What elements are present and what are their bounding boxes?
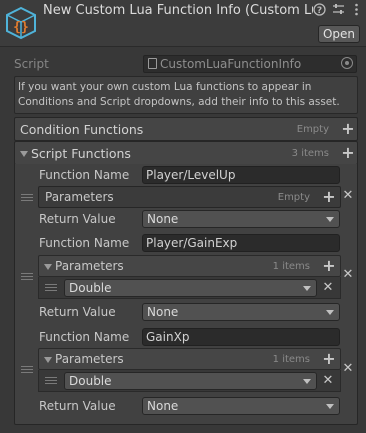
function-name-field[interactable]: GainXp [142, 328, 340, 346]
remove-parameter-icon[interactable]: ✕ [322, 281, 334, 294]
function-name-field[interactable]: Player/LevelUp [142, 166, 340, 184]
return-value-selected: None [147, 399, 179, 413]
return-value-dropdown[interactable]: None [142, 210, 340, 228]
condition-functions-label: Condition Functions [20, 122, 144, 137]
script-value: CustomLuaFunctionInfo [160, 57, 302, 71]
help-icon[interactable]: ? [313, 3, 326, 16]
drag-handle-icon[interactable] [45, 284, 57, 291]
foldout-arrow-icon[interactable] [20, 151, 28, 157]
function-name-label: Function Name [39, 330, 130, 344]
inspector-header: {} New Custom Lua Function Info (Custom … [0, 0, 366, 47]
parameters-foldout[interactable]: Parameters 1 items [38, 348, 341, 370]
parameters-label: Parameters [55, 352, 124, 366]
chevron-down-icon [303, 286, 311, 291]
function-name-label: Function Name [39, 168, 130, 182]
add-parameter-icon[interactable]: + [322, 189, 336, 205]
return-value-dropdown[interactable]: None [142, 397, 340, 415]
asset-title: New Custom Lua Function Info (Custom Lu [43, 3, 313, 18]
add-condition-function-icon[interactable]: + [341, 121, 355, 137]
foldout-arrow-icon[interactable] [44, 264, 52, 270]
parameters-count: Empty [277, 192, 310, 203]
condition-functions-count: Empty [296, 124, 329, 135]
parameters-foldout[interactable]: Parameters Empty [38, 186, 341, 208]
parameters-count: 1 items [272, 354, 310, 365]
svg-text:?: ? [317, 6, 322, 16]
return-value-label: Return Value [39, 399, 116, 413]
open-button[interactable]: Open [318, 25, 360, 43]
parameters-count: 1 items [272, 261, 310, 272]
add-parameter-icon[interactable]: + [322, 258, 336, 274]
script-functions-label: Script Functions [31, 146, 131, 161]
return-value-dropdown[interactable]: None [142, 303, 340, 321]
parameters-label: Parameters [55, 259, 124, 273]
drag-handle-icon[interactable] [21, 366, 33, 373]
foldout-arrow-icon[interactable] [44, 357, 52, 363]
chevron-down-icon [326, 217, 334, 222]
function-name-field[interactable]: Player/GainExp [142, 234, 340, 252]
add-script-function-icon[interactable]: + [341, 145, 355, 161]
parameter-type-selected: Double [69, 281, 112, 295]
drag-handle-icon[interactable] [45, 377, 57, 384]
svg-text:{}: {} [13, 20, 29, 35]
chevron-down-icon [326, 404, 334, 409]
remove-item-icon[interactable]: ✕ [342, 268, 354, 281]
remove-parameter-icon[interactable]: ✕ [322, 374, 334, 387]
sliders-icon[interactable] [332, 3, 345, 16]
script-label: Script [14, 57, 49, 71]
parameter-type-dropdown[interactable]: Double [64, 372, 317, 390]
parameters-label: Parameters [45, 190, 114, 204]
drag-handle-icon[interactable] [21, 194, 33, 201]
parameter-type-dropdown[interactable]: Double [64, 279, 317, 297]
add-parameter-icon[interactable]: + [322, 351, 336, 367]
script-functions-count: 3 items [291, 148, 329, 159]
drag-handle-icon[interactable] [21, 273, 33, 280]
function-name-label: Function Name [39, 236, 130, 250]
remove-item-icon[interactable]: ✕ [342, 189, 354, 202]
object-picker-icon[interactable] [341, 57, 353, 69]
condition-functions-header[interactable]: Condition Functions Empty [14, 117, 358, 141]
parameters-foldout[interactable]: Parameters 1 items [38, 255, 341, 277]
kebab-menu-icon[interactable] [350, 3, 363, 16]
return-value-selected: None [147, 212, 179, 226]
help-box: If you want your own custom Lua function… [14, 76, 358, 114]
return-value-selected: None [147, 305, 179, 319]
return-value-label: Return Value [39, 305, 116, 319]
script-object-field[interactable]: CustomLuaFunctionInfo [143, 55, 357, 73]
parameter-type-selected: Double [69, 374, 112, 388]
return-value-label: Return Value [39, 212, 116, 226]
chevron-down-icon [326, 310, 334, 315]
remove-item-icon[interactable]: ✕ [342, 362, 354, 375]
lua-script-cube-icon: {} [6, 6, 36, 40]
script-file-icon [148, 58, 157, 69]
chevron-down-icon [303, 379, 311, 384]
script-functions-header[interactable]: Script Functions 3 items [14, 141, 358, 165]
